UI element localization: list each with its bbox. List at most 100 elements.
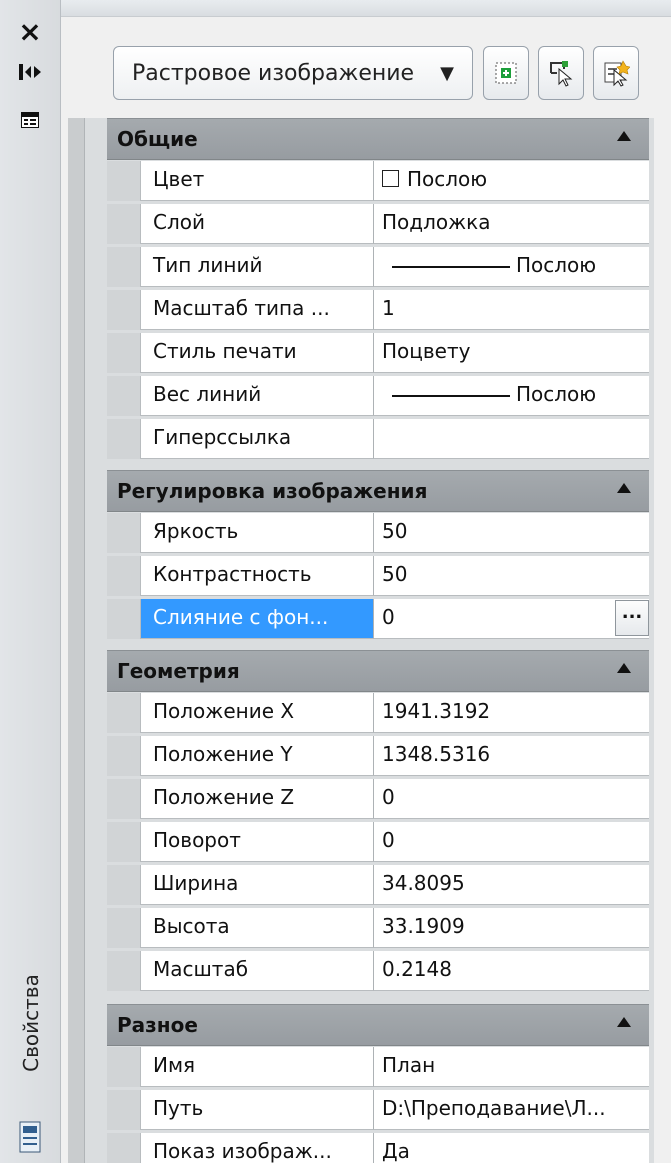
collapse-up-icon[interactable] <box>617 1017 631 1027</box>
linetype-sample-icon <box>392 265 510 268</box>
prop-row-position-x[interactable]: Положение X 1941.3192 <box>107 693 649 733</box>
quick-select-button[interactable] <box>593 46 639 100</box>
category-general[interactable]: Общие <box>107 118 649 160</box>
color-swatch-icon <box>382 170 399 187</box>
row-gutter <box>107 1047 141 1087</box>
category-misc-title: Разное <box>117 1013 198 1037</box>
category-geometry-title: Геометрия <box>117 659 240 683</box>
prop-value[interactable]: 0 <box>374 779 649 819</box>
prop-row-position-y[interactable]: Положение Y 1348.5316 <box>107 736 649 776</box>
row-gutter <box>107 865 141 905</box>
prop-name: Вес линий <box>141 376 374 416</box>
prop-value[interactable]: 0 <box>374 822 649 862</box>
prop-row-layer[interactable]: Слой Подложка <box>107 204 649 244</box>
prop-value[interactable]: 0.2148 <box>374 951 649 991</box>
palette-title-text: Свойства <box>19 974 43 1072</box>
prop-value[interactable]: Подложка <box>374 204 649 244</box>
prop-name: Путь <box>141 1090 374 1130</box>
auto-hide-icon[interactable] <box>18 60 42 84</box>
prop-row-rotation[interactable]: Поворот 0 <box>107 822 649 862</box>
prop-value[interactable]: 50 <box>374 513 649 553</box>
prop-row-linetype-scale[interactable]: Масштаб типа ... 1 <box>107 290 649 330</box>
prop-value[interactable]: 0 ... <box>374 599 649 639</box>
row-gutter <box>107 951 141 991</box>
prop-name: Высота <box>141 908 374 948</box>
lineweight-sample-icon <box>392 394 510 397</box>
prop-value[interactable]: Послою <box>374 376 649 416</box>
prop-name: Гиперссылка <box>141 419 374 459</box>
prop-row-scale[interactable]: Масштаб 0.2148 <box>107 951 649 991</box>
prop-row-lineweight[interactable]: Вес линий Послою <box>107 376 649 416</box>
prop-name: Положение X <box>141 693 374 733</box>
properties-palette-icon[interactable] <box>16 1120 44 1154</box>
prop-row-height[interactable]: Высота 33.1909 <box>107 908 649 948</box>
prop-name: Масштаб типа ... <box>141 290 374 330</box>
collapse-up-icon[interactable] <box>617 483 631 493</box>
prop-row-contrast[interactable]: Контрастность 50 <box>107 556 649 596</box>
prop-value[interactable]: Да <box>374 1133 649 1163</box>
category-misc[interactable]: Разное <box>107 1004 649 1046</box>
prop-name: Цвет <box>141 161 374 201</box>
row-gutter <box>107 736 141 776</box>
prop-name: Масштаб <box>141 951 374 991</box>
category-image-adjust-title: Регулировка изображения <box>117 479 428 503</box>
prop-row-position-z[interactable]: Положение Z 0 <box>107 779 649 819</box>
prop-name: Стиль печати <box>141 333 374 373</box>
prop-value[interactable]: Послою <box>374 161 649 201</box>
prop-name: Имя <box>141 1047 374 1087</box>
category-image-adjust[interactable]: Регулировка изображения <box>107 470 649 512</box>
properties-palette-glyph <box>19 1121 41 1153</box>
prop-name: Контрастность <box>141 556 374 596</box>
prop-value[interactable]: 1348.5316 <box>374 736 649 776</box>
prop-name: Показ изображ... <box>141 1133 374 1163</box>
ellipsis-button[interactable]: ... <box>615 600 649 636</box>
prop-value[interactable] <box>374 419 649 459</box>
prop-row-name[interactable]: Имя План <box>107 1047 649 1087</box>
prop-row-color[interactable]: Цвет Послою <box>107 161 649 201</box>
prop-value[interactable]: 33.1909 <box>374 908 649 948</box>
prop-value[interactable]: D:\Преподавание\Л... <box>374 1090 649 1130</box>
prop-row-width[interactable]: Ширина 34.8095 <box>107 865 649 905</box>
properties-menu-glyph <box>21 112 39 128</box>
row-gutter <box>107 599 141 639</box>
collapse-up-icon[interactable] <box>617 663 631 673</box>
row-gutter <box>107 513 141 553</box>
prop-value[interactable]: Поцвету <box>374 333 649 373</box>
row-gutter <box>107 822 141 862</box>
prop-name: Положение Y <box>141 736 374 776</box>
toggle-pickadd-button[interactable] <box>483 46 529 100</box>
object-type-dropdown[interactable]: Растровое изображение ▼ <box>113 46 473 100</box>
properties-menu-icon[interactable] <box>18 108 42 132</box>
properties-grid-scrollbar[interactable] <box>68 118 85 1163</box>
collapse-up-icon[interactable] <box>617 131 631 141</box>
row-gutter <box>107 204 141 244</box>
prop-value[interactable]: 50 <box>374 556 649 596</box>
properties-window: × Свойства Растровое изображение ▼ Общие… <box>0 0 671 1163</box>
prop-row-path[interactable]: Путь D:\Преподавание\Л... <box>107 1090 649 1130</box>
prop-name: Поворот <box>141 822 374 862</box>
prop-value[interactable]: 1941.3192 <box>374 693 649 733</box>
prop-row-fade[interactable]: Слияние с фон... 0 ... <box>107 599 649 639</box>
prop-value[interactable]: Послою <box>374 247 649 287</box>
select-objects-icon <box>550 61 573 87</box>
select-objects-button[interactable] <box>538 46 584 100</box>
prop-value[interactable]: 1 <box>374 290 649 330</box>
prop-value[interactable]: 34.8095 <box>374 865 649 905</box>
close-icon[interactable]: × <box>18 18 42 46</box>
prop-row-plot-style[interactable]: Стиль печати Поцвету <box>107 333 649 373</box>
prop-name: Слой <box>141 204 374 244</box>
prop-name: Яркость <box>141 513 374 553</box>
prop-name: Положение Z <box>141 779 374 819</box>
prop-row-brightness[interactable]: Яркость 50 <box>107 513 649 553</box>
prop-value[interactable]: План <box>374 1047 649 1087</box>
chevron-down-icon: ▼ <box>440 62 454 84</box>
object-type-value: Растровое изображение <box>132 60 415 86</box>
row-gutter <box>107 779 141 819</box>
prop-row-show-image[interactable]: Показ изображ... Да <box>107 1133 649 1163</box>
prop-row-linetype[interactable]: Тип линий Послою <box>107 247 649 287</box>
prop-name: Слияние с фон... <box>141 599 374 639</box>
row-gutter <box>107 1133 141 1163</box>
prop-row-hyperlink[interactable]: Гиперссылка <box>107 419 649 459</box>
category-geometry[interactable]: Геометрия <box>107 650 649 692</box>
palette-title-label: Свойства <box>12 962 50 1084</box>
